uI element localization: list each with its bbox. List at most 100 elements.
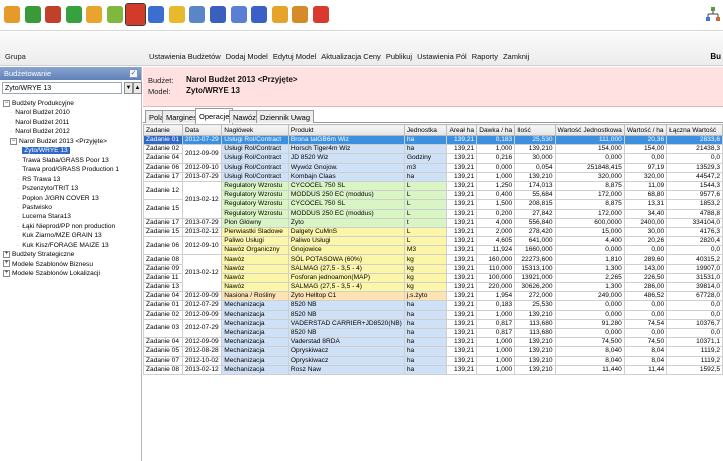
tree-item[interactable]: · Poplon J/GRN COVER 13 [17,194,99,203]
grid-icon[interactable] [148,6,165,23]
check-icon[interactable]: ✓ [129,69,138,78]
cell-value-per-ha[interactable]: 11,44 [623,364,668,375]
cell-header[interactable]: Mechanizacja [221,300,289,311]
tree-item[interactable]: · Łąki Nieprod/PP non production [17,222,115,231]
cell-unit-value[interactable]: 15,000 [554,226,625,238]
cell-header[interactable]: Usługi Rol/Contract [221,144,289,155]
cell-unit[interactable]: ha [403,171,448,182]
cell-total-value[interactable]: 10371,1 [666,337,723,348]
tree-item[interactable]: · Trawa prod/GRASS Production 1 [17,165,119,174]
table-icon[interactable] [168,6,185,23]
cell-task[interactable]: Zadanie 01 [143,300,183,311]
cell-product[interactable]: 8520 NB [287,300,405,311]
cell-total-value[interactable]: 67728,0 [666,291,723,302]
cell-unit[interactable]: L [403,190,448,201]
cell-unit[interactable]: M3 [403,245,448,256]
cell-dose[interactable]: 0,183 [476,300,516,311]
cell-date[interactable]: 2013-02-12 [181,226,223,238]
cell-area[interactable]: 139,21 [446,309,478,320]
cell-unit[interactable]: L [403,236,448,247]
cell-area[interactable]: 139,21 [446,337,478,348]
cell-product[interactable]: Kombajn Claas [287,171,405,182]
cell-date[interactable]: 2013-02-12 [181,364,223,375]
cell-area[interactable]: 139,21 [446,245,478,256]
table-row[interactable]: Zadanie 12 2013-02-12 Regulatory Wzrostu CY… [143,180,723,219]
cell-value-per-ha[interactable]: 2400,00 [623,217,668,228]
table-row[interactable]: Zadanie 08 2013-02-12 Mechanizacja Rosz Naw… [143,364,723,375]
cell-total-value[interactable]: 13529,3 [666,162,723,173]
cell-total-value[interactable]: 0,0 [666,300,723,311]
cell-date[interactable]: 2012-07-29 [181,134,223,146]
cell-header[interactable]: Regulatory Wzrostu [221,180,289,192]
home-icon[interactable] [4,6,20,23]
cell-header[interactable]: Nawóz [221,254,289,265]
cell-date[interactable]: 2013-07-29 [181,217,223,228]
cell-header[interactable]: Mechanizacja [221,364,289,375]
cell-unit-value[interactable]: 172,000 [554,208,625,219]
cell-dose[interactable]: 1,250 [476,180,516,192]
menu-item[interactable]: Raporty [472,52,498,61]
cell-value-per-ha[interactable]: 0,00 [623,245,668,256]
cell-product[interactable]: VADERSTAD CARRIER+JD8520(NB) [287,318,405,329]
cell-value-per-ha[interactable]: 154,00 [623,144,668,155]
cell-unit-value[interactable]: 0,000 [554,327,625,339]
cell-dose[interactable]: 0,183 [476,134,516,146]
column-header[interactable]: Nagłówek [221,124,289,136]
cell-product[interactable]: SALMAG (27,5 - 3,5 - 4) [287,281,405,293]
cell-unit[interactable]: L [403,199,448,210]
table-row[interactable]: Zadanie 11 Nawóz Fosforan jednoamon(MAP) kg… [143,272,723,284]
cell-product[interactable]: CYCOCEL 750 SL [287,180,405,192]
cell-area[interactable]: 139,21 [446,327,478,339]
table-row[interactable]: Zadanie 06 2012-09-10 Paliwo Usługi Paliwo … [143,236,723,256]
tree-item[interactable]: · Narol Budżet 2012 [10,127,70,136]
cell-product[interactable]: JD 8520 Wiz [287,153,405,164]
cell-dose[interactable]: 220,000 [476,281,516,293]
cell-header[interactable]: Mechanizacja [221,355,289,366]
cell-total-value[interactable]: 40315,2 [666,254,723,265]
leaf-icon[interactable] [65,6,82,23]
collapse-icon[interactable]: − [3,99,10,107]
cell-unit-value[interactable]: 2,265 [554,272,625,284]
cell-value-per-ha[interactable]: 34,40 [623,208,668,219]
cell-value-per-ha[interactable]: 289,60 [623,254,668,265]
cell-date[interactable]: 2013-02-12 [181,254,223,293]
cell-dose[interactable]: 1,000 [476,337,516,348]
cell-quantity[interactable]: 30,000 [514,153,556,164]
cell-date[interactable]: 2012-09-09 [181,291,223,302]
globe-icon[interactable] [313,6,329,23]
table-row[interactable]: Zadanie 15 2013-02-12 Pierwiastki Śladowe D… [143,226,723,238]
cell-total-value[interactable]: 0,0 [666,327,723,339]
cell-product[interactable]: Rosz Naw [287,364,405,375]
cell-unit[interactable]: ha [403,300,448,311]
cell-value-per-ha[interactable]: 320,00 [623,171,668,182]
table-row[interactable]: Zadanie 06 2012-09-10 Usługi Rol/Contract W… [143,162,723,173]
cell-unit-value[interactable]: 91,280 [554,318,625,329]
column-header[interactable]: Dawka / ha [476,124,516,136]
cell-task[interactable]: Zadanie 08 [143,254,183,265]
cell-area[interactable]: 139,21 [446,254,478,265]
cell-dose[interactable]: 1,954 [476,291,516,302]
cell-unit[interactable]: kg [403,281,448,293]
cell-task[interactable]: Zadanie 03 [143,318,183,339]
table-row[interactable]: Zadanie 17 2013-07-29 Plon Główny Żyto t 139,… [143,217,723,228]
column-header[interactable]: Data [181,124,223,136]
cell-product[interactable]: CYCOCEL 750 SL [287,199,405,210]
cell-unit-value[interactable]: 4,400 [554,236,625,247]
cell-value-per-ha[interactable]: 30,00 [623,226,668,238]
cell-value-per-ha[interactable]: 20,26 [623,236,668,247]
cell-quantity[interactable]: 1660,000 [514,245,556,256]
cell-unit[interactable]: ha [403,346,448,357]
cell-value-per-ha[interactable]: 0,00 [623,327,668,339]
cell-date[interactable]: 2012-09-09 [181,337,223,348]
cell-header[interactable]: Mechanizacja [221,309,289,320]
cell-area[interactable]: 139,21 [446,162,478,173]
cell-area[interactable]: 139,21 [446,217,478,228]
cell-value-per-ha[interactable]: 8,04 [623,346,668,357]
table-row[interactable]: Zadanie 03 2012-07-29 Mechanizacja VADERSTA… [143,318,723,339]
tree-item[interactable]: · RS Trawa 13 [17,175,60,184]
table-row[interactable]: Zadanie 15 Regulatory Wzrostu CYCOCEL 750 … [143,199,723,219]
search-up-icon[interactable]: ▲ [133,82,142,94]
cell-quantity[interactable]: 139,210 [514,355,556,366]
home-green-icon[interactable] [45,6,62,23]
cell-quantity[interactable]: 139,210 [514,171,556,182]
